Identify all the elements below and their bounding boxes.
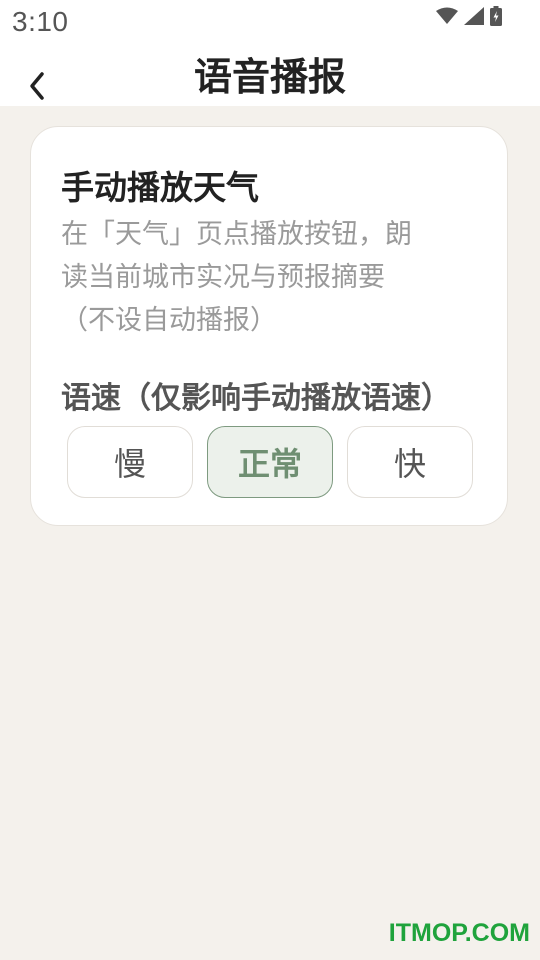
desc-line: 读当前城市实况与预报摘要 (61, 262, 385, 293)
speed-normal-button[interactable]: 正常 (207, 426, 333, 498)
status-icons (436, 6, 502, 30)
manual-play-card: 手动播放天气 在「天气」页点播放按钮，朗 读当前城市实况与预报摘要 （不设自动播… (30, 126, 508, 526)
speed-fast-button[interactable]: 快 (347, 426, 473, 498)
wifi-icon (436, 7, 458, 29)
card-description: 在「天气」页点播放按钮，朗 读当前城市实况与预报摘要 （不设自动播报） (61, 213, 471, 342)
desc-line: （不设自动播报） (61, 305, 277, 336)
speech-speed-label: 语速（仅影响手动播放语速） (61, 381, 451, 416)
watermark: ITMOP.COM (388, 919, 530, 947)
speed-slow-button[interactable]: 慢 (67, 426, 193, 498)
status-time: 3:10 (12, 6, 69, 37)
battery-charging-icon (490, 6, 502, 30)
desc-line: 在「天气」页点播放按钮，朗 (61, 219, 412, 250)
card-title: 手动播放天气 (61, 168, 259, 207)
signal-icon (464, 7, 484, 29)
speech-speed-selector: 慢 正常 快 (67, 426, 475, 498)
page-title: 语音播报 (193, 55, 346, 99)
top-bar: 3:10 语音播报 (0, 0, 540, 106)
